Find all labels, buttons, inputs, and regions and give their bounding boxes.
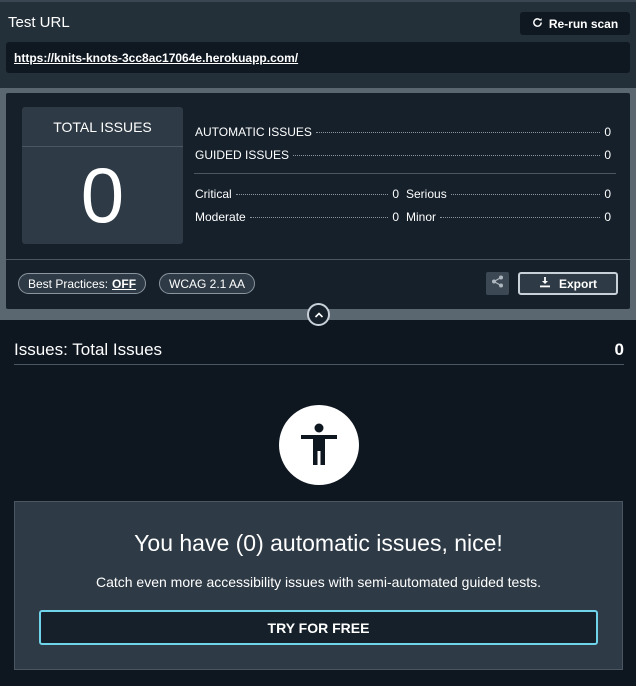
try-for-free-button[interactable]: TRY FOR FREE [39,610,598,645]
moderate-value: 0 [392,210,399,224]
total-issues-card: TOTAL ISSUES 0 [22,107,183,244]
automatic-issues-row: AUTOMATIC ISSUES 0 [195,125,611,139]
best-practices-toggle[interactable]: Best Practices: OFF [18,273,147,294]
minor-value: 0 [604,210,611,224]
issues-count: 0 [614,340,624,359]
refresh-icon [532,17,543,31]
summary-panel: TOTAL ISSUES 0 AUTOMATIC ISSUES 0 GUIDED… [0,88,636,320]
test-url-label: Test URL [8,14,70,31]
best-practices-value: OFF [112,276,137,291]
test-url-section: Test URL Re-run scan https://knits-knots… [0,0,636,88]
share-icon [491,275,504,293]
no-issues-panel: You have (0) automatic issues, nice! Cat… [14,501,623,670]
serious-row: Serious 0 [406,187,611,201]
summary-divider [194,173,616,174]
automatic-issues-value: 0 [604,125,611,139]
serious-value: 0 [604,187,611,201]
total-issues-label: TOTAL ISSUES [22,107,183,147]
minor-label: Minor [406,210,437,224]
test-url-link[interactable]: https://knits-knots-3cc8ac17064e.herokua… [14,51,298,65]
wcag-level-label: WCAG 2.1 AA [169,276,246,291]
guided-issues-row: GUIDED ISSUES 0 [195,148,611,162]
collapse-summary-button[interactable] [307,303,330,326]
rerun-scan-label: Re-run scan [548,16,619,31]
summary-footer-divider [6,259,630,260]
automatic-issues-label: AUTOMATIC ISSUES [195,125,312,139]
moderate-row: Moderate 0 [195,210,399,224]
issues-divider [14,364,624,365]
guided-issues-label: GUIDED ISSUES [195,148,290,162]
rerun-scan-button[interactable]: Re-run scan [520,12,630,35]
accessibility-icon [279,405,359,485]
export-label: Export [558,276,597,291]
no-issues-title: You have (0) automatic issues, nice! [134,530,503,556]
guided-issues-value: 0 [604,148,611,162]
download-icon [539,276,551,291]
no-issues-subtitle: Catch even more accessibility issues wit… [95,574,542,590]
issues-heading: Issues: Total Issues [14,340,163,359]
critical-value: 0 [392,187,399,201]
critical-label: Critical [195,187,232,201]
chevron-up-icon [314,306,324,324]
total-issues-value: 0 [80,151,125,239]
url-box: https://knits-knots-3cc8ac17064e.herokua… [6,42,630,73]
wcag-level-pill[interactable]: WCAG 2.1 AA [159,273,256,294]
share-button[interactable] [486,272,509,295]
export-button[interactable]: Export [518,272,618,295]
best-practices-label: Best Practices: [28,276,109,291]
minor-row: Minor 0 [406,210,611,224]
critical-row: Critical 0 [195,187,399,201]
serious-label: Serious [406,187,447,201]
moderate-label: Moderate [195,210,246,224]
summary-inner: TOTAL ISSUES 0 AUTOMATIC ISSUES 0 GUIDED… [6,93,630,309]
